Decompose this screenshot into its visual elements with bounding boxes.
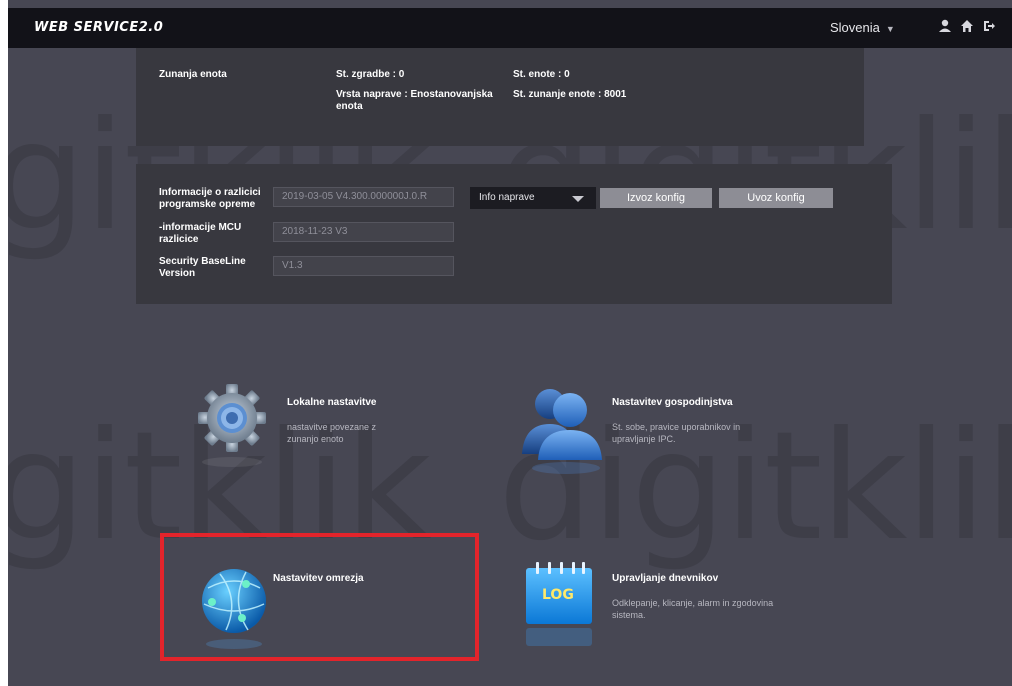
local-settings-title[interactable]: Lokalne nastavitve [287,397,376,408]
unit-number: St. enote : 0 [513,69,570,80]
log-badge: LOG [542,587,574,603]
device-info-select-label: Info naprave [479,192,535,203]
import-config-button[interactable]: Uvoz konfig [719,188,833,208]
household-settings-title[interactable]: Nastavitev gospodinjstva [612,397,733,408]
software-version-field: 2019-03-05 V4.300.000000J.0.R [273,187,454,207]
header-icons [938,18,996,34]
app-frame: digitklik digitklik digitklik digitklik … [8,0,1012,686]
network-settings-highlight [160,533,479,661]
software-version-label: Informacije o razlicici programske oprem… [159,187,261,210]
user-icon[interactable] [938,18,952,34]
chevron-down-icon: ▼ [885,24,895,34]
users-icon[interactable] [516,382,608,481]
top-bar: WEB SERVICE2.0 Slovenia ▼ [8,8,1012,48]
outdoor-unit-number: St. zunanje enote : 8001 [513,89,627,100]
outdoor-unit-label: Zunanja enota [159,69,227,80]
language-label: Slovenia [830,20,880,35]
household-settings-desc: St. sobe, pravice uporabnikov in upravlj… [612,422,741,444]
language-select[interactable]: Slovenia ▼ [830,20,895,35]
local-settings-desc: nastavitve povezane z zunanjo enoto [287,422,377,444]
baseline-version-field: V1.3 [273,256,454,276]
baseline-version-label: Security BaseLine Version [159,256,246,279]
brand-logo: WEB SERVICE2.0 [34,20,164,35]
log-management-desc: Odklepanje, klicanje, alarm in zgodovina… [612,598,774,620]
log-management-title[interactable]: Upravljanje dnevnikov [612,573,718,584]
building-number: St. zgradbe : 0 [336,69,405,80]
device-info-select[interactable]: Info naprave [470,187,596,209]
chevron-down-icon [572,196,584,202]
mcu-version-field: 2018-11-23 V3 [273,222,454,242]
gear-icon[interactable] [194,382,270,477]
logout-icon[interactable] [982,18,996,34]
log-icon[interactable] [522,560,598,659]
device-type: Vrsta naprave : Enostanovanjska enota [336,89,493,112]
export-config-button[interactable]: Izvoz konfig [600,188,712,208]
home-icon[interactable] [960,18,974,34]
mcu-version-label: -informacije MCU razlicice [159,222,242,245]
